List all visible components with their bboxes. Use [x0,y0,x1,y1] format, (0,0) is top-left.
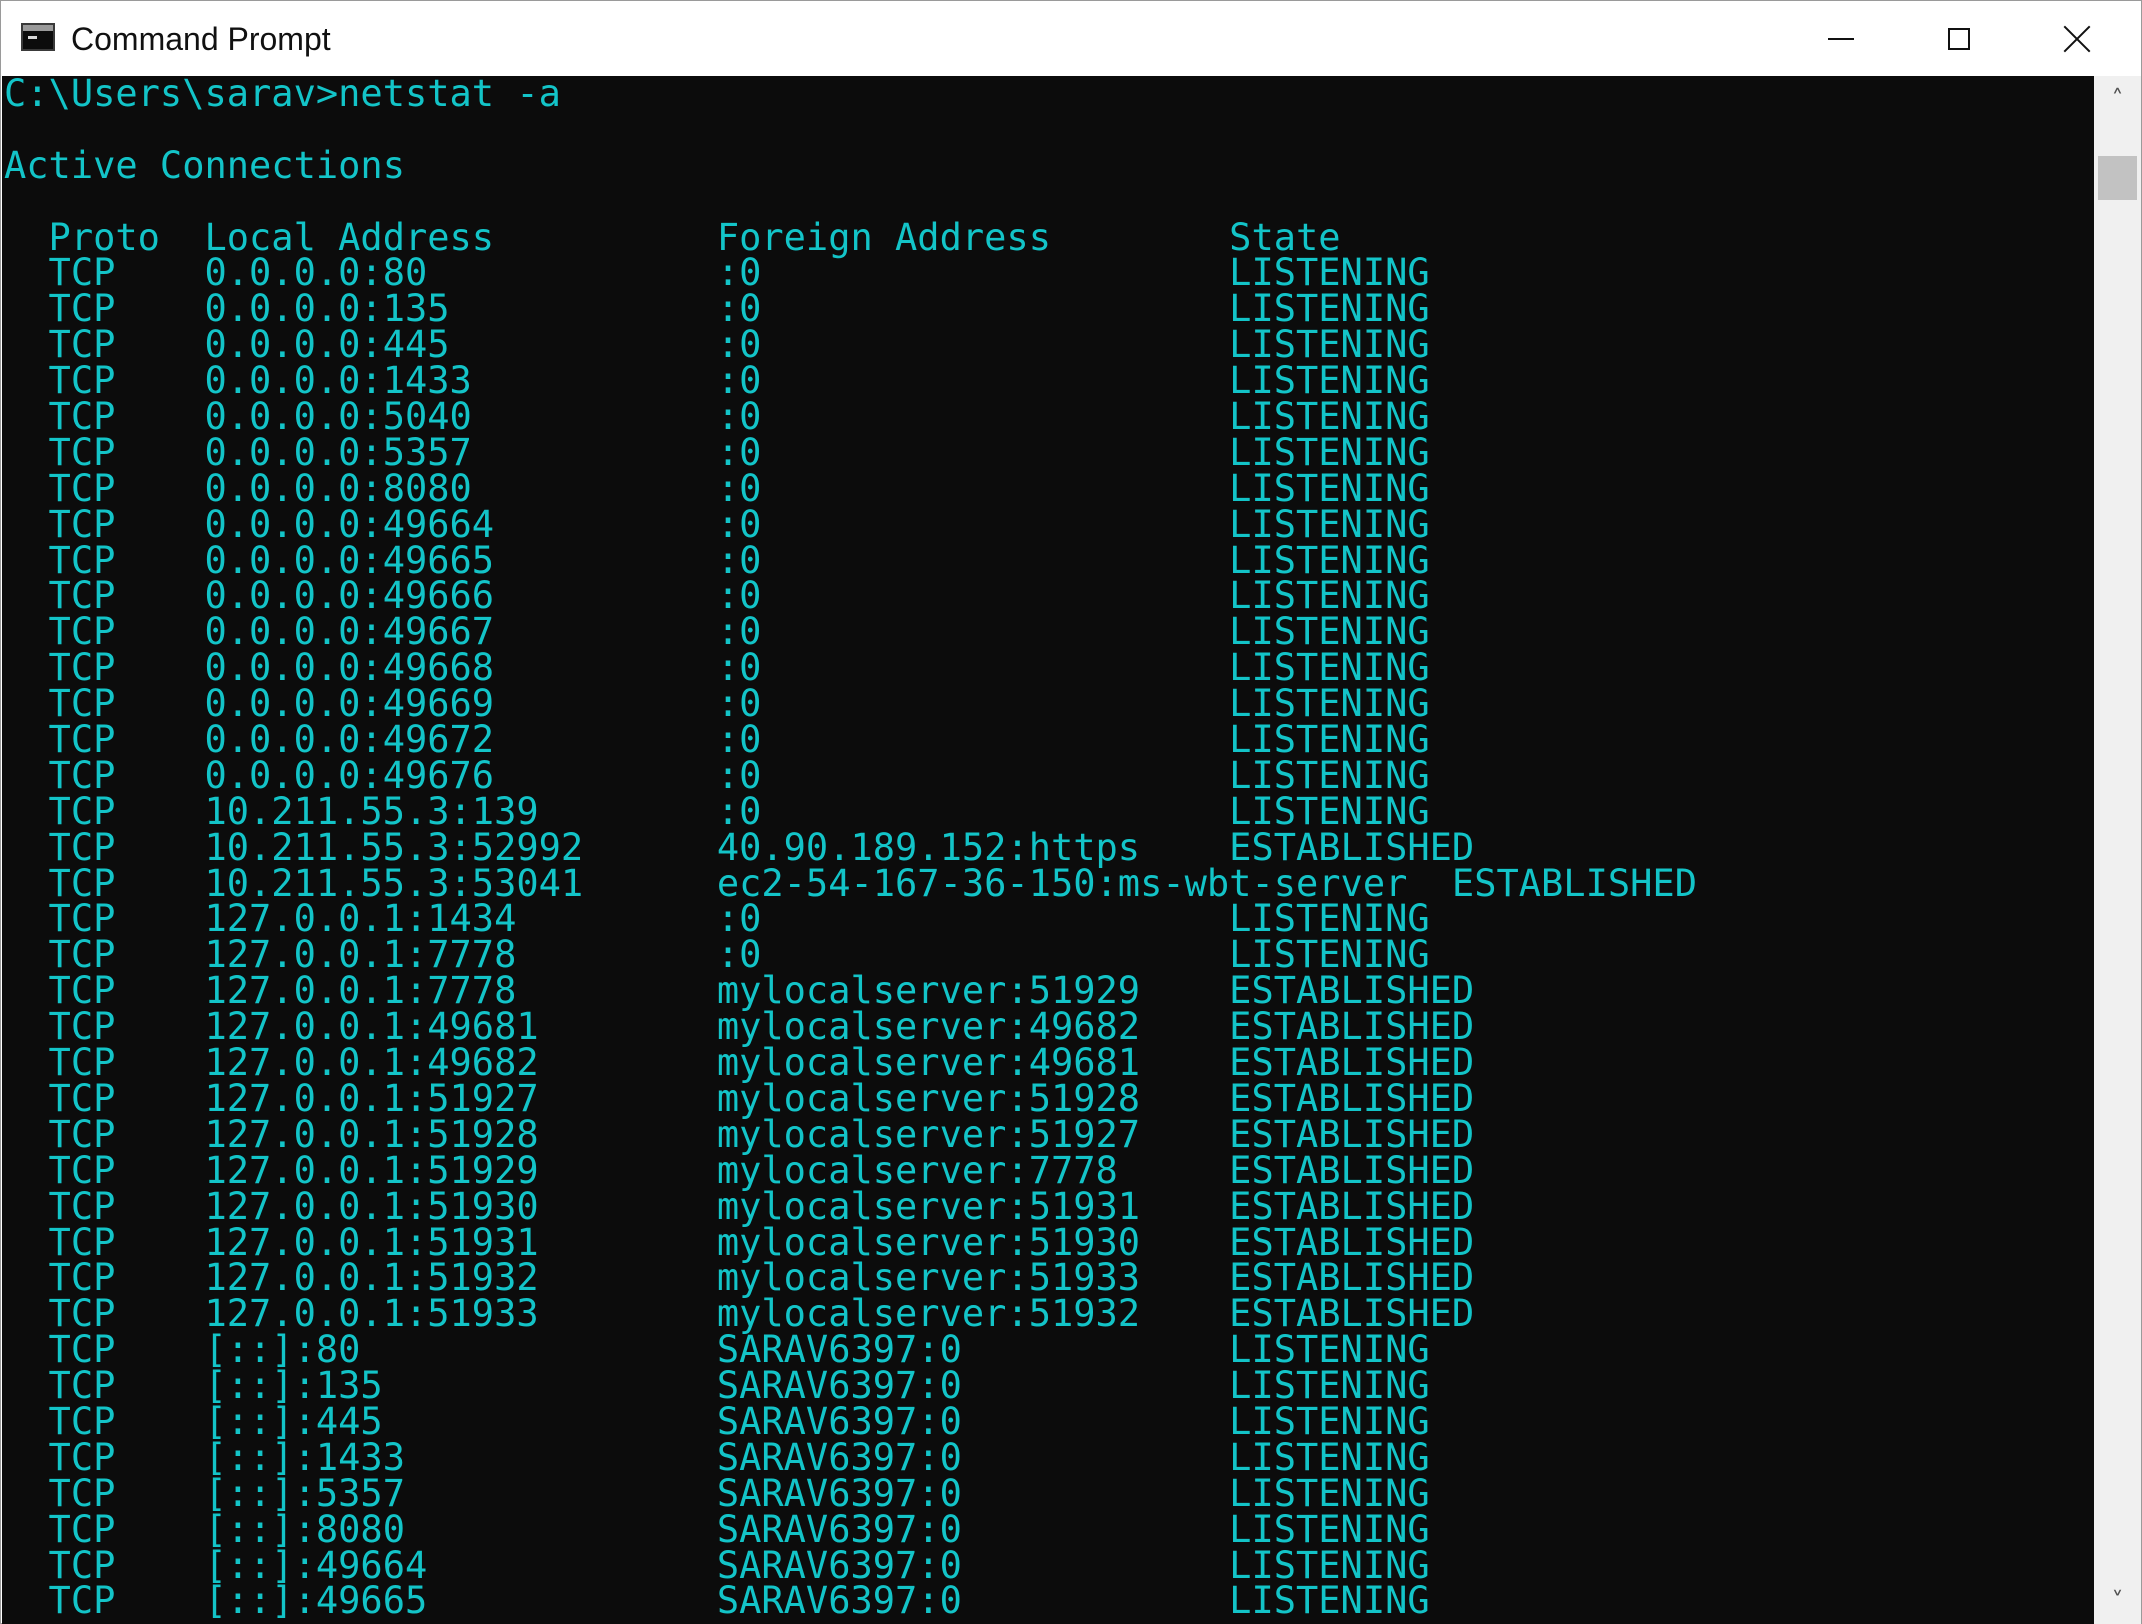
console-line: TCP 0.0.0.0:8080 :0 LISTENING [4,466,1430,510]
close-button[interactable] [2018,1,2136,76]
console-line: TCP 127.0.0.1:51932 mylocalserver:51933 … [4,1256,1475,1300]
console-line: TCP 0.0.0.0:80 :0 LISTENING [4,251,1430,295]
console-line: TCP [::]:80 SARAV6397:0 LISTENING [4,1328,1430,1372]
minimize-icon [1828,37,1854,40]
command-prompt-icon[interactable] [21,23,55,51]
console-line: TCP 127.0.0.1:51928 mylocalserver:51927 … [4,1112,1475,1156]
console-line: TCP [::]:5357 SARAV6397:0 LISTENING [4,1471,1430,1515]
scrollbar-thumb[interactable] [2098,156,2137,200]
console-line: C:\Users\sarav>netstat -a [4,76,561,115]
console-line: TCP 10.211.55.3:139 :0 LISTENING [4,789,1430,833]
console-line: TCP 10.211.55.3:52992 40.90.189.152:http… [4,825,1475,869]
console-line: TCP 0.0.0.0:49669 :0 LISTENING [4,682,1430,726]
console-line: TCP 127.0.0.1:51931 mylocalserver:51930 … [4,1220,1475,1264]
console-line: TCP 0.0.0.0:49672 :0 LISTENING [4,718,1430,762]
console-line: TCP 0.0.0.0:49668 :0 LISTENING [4,646,1430,690]
window-title: Command Prompt [71,21,331,57]
minimize-button[interactable] [1782,1,1900,76]
console-line: TCP 0.0.0.0:49666 :0 LISTENING [4,574,1430,618]
console-line: TCP [::]:49664 SARAV6397:0 LISTENING [4,1543,1430,1587]
console-line: TCP 127.0.0.1:51933 mylocalserver:51932 … [4,1292,1475,1336]
console-line: TCP 127.0.0.1:49682 mylocalserver:49681 … [4,1041,1475,1085]
console-line: TCP 0.0.0.0:49676 :0 LISTENING [4,753,1430,797]
console-line: TCP 0.0.0.0:49665 :0 LISTENING [4,538,1430,582]
maximize-icon [1948,27,1970,50]
console-line: TCP 127.0.0.1:7778 :0 LISTENING [4,933,1430,977]
scroll-up-button[interactable]: ˄ [2094,76,2141,122]
console-line: TCP 0.0.0.0:135 :0 LISTENING [4,287,1430,331]
console-line: Proto Local Address Foreign Address Stat… [4,215,1341,259]
console-output-area[interactable]: C:\Users\sarav>netstat -a Active Connect… [2,76,2094,1624]
console-line: TCP [::]:445 SARAV6397:0 LISTENING [4,1399,1430,1443]
console-line: TCP 0.0.0.0:49664 :0 LISTENING [4,502,1430,546]
console-line: TCP 127.0.0.1:1434 :0 LISTENING [4,897,1430,941]
console-line: TCP 127.0.0.1:51927 mylocalserver:51928 … [4,1076,1475,1120]
chevron-down-icon: ˅ [2111,1587,2124,1615]
command-prompt-window: Command Prompt C:\Users\sarav>netstat -a… [0,0,2142,1624]
chevron-up-icon: ˄ [2111,85,2124,113]
console-line: TCP 0.0.0.0:49667 :0 LISTENING [4,610,1430,654]
console-line: TCP 0.0.0.0:5357 :0 LISTENING [4,430,1430,474]
console-line: TCP 10.211.55.3:53041 ec2-54-167-36-150:… [4,861,1697,905]
console-line: TCP 127.0.0.1:51930 mylocalserver:51931 … [4,1184,1475,1228]
title-bar[interactable]: Command Prompt [1,1,2141,76]
console-line: TCP 0.0.0.0:1433 :0 LISTENING [4,359,1430,403]
console-line: Active Connections [4,143,405,187]
console-line: TCP 127.0.0.1:7778 mylocalserver:51929 E… [4,969,1475,1013]
console-line: TCP [::]:8080 SARAV6397:0 LISTENING [4,1507,1430,1551]
maximize-button[interactable] [1900,1,2018,76]
vertical-scrollbar[interactable]: ˄ ˅ [2094,76,2141,1624]
console-line: TCP [::]:49665 SARAV6397:0 LISTENING [4,1579,1430,1623]
console-text: C:\Users\sarav>netstat -a Active Connect… [4,76,1697,1619]
console-line: TCP 127.0.0.1:51929 mylocalserver:7778 E… [4,1148,1475,1192]
console-line: TCP 0.0.0.0:445 :0 LISTENING [4,323,1430,367]
console-line: TCP [::]:1433 SARAV6397:0 LISTENING [4,1435,1430,1479]
close-icon [2063,25,2091,53]
scroll-down-button[interactable]: ˅ [2094,1578,2141,1624]
console-line: TCP [::]:135 SARAV6397:0 LISTENING [4,1364,1430,1408]
console-line: TCP 127.0.0.1:49681 mylocalserver:49682 … [4,1005,1475,1049]
console-line: TCP 0.0.0.0:5040 :0 LISTENING [4,395,1430,439]
